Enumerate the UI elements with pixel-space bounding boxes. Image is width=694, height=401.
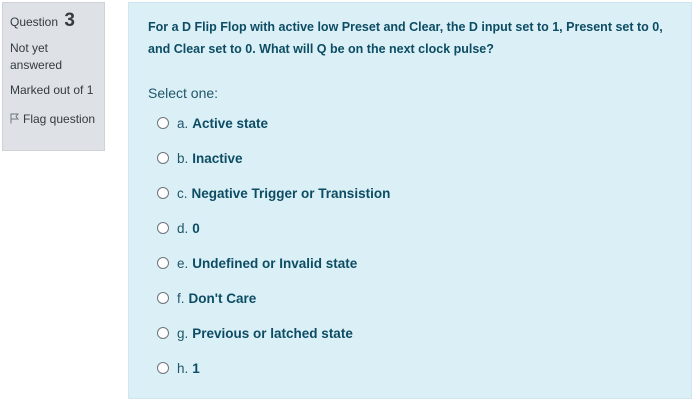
option-letter: c. [177,185,188,201]
option-text: Inactive [192,150,243,166]
radio-button[interactable] [157,292,169,304]
option-text: Don't Care [188,290,257,306]
radio-button[interactable] [157,187,169,199]
answer-option-a[interactable]: a. Active state [157,113,268,133]
radio-button[interactable] [157,152,169,164]
flag-question-link[interactable]: Flag question [10,111,102,128]
option-text: Previous or latched state [192,325,353,341]
option-text: Active state [192,115,269,131]
question-content-panel: For a D Flip Flop with active low Preset… [128,2,692,399]
option-letter: a. [177,115,189,131]
answer-option-c[interactable]: c. Negative Trigger or Transistion [157,183,390,203]
question-info-panel: Question 3 Not yet answered Marked out o… [2,2,105,151]
question-state: Not yet answered [10,41,63,72]
option-text: Negative Trigger or Transistion [191,185,391,201]
option-letter: e. [177,255,189,271]
option-text: 1 [192,360,200,376]
question-number-value: 3 [64,10,75,31]
answer-option-b[interactable]: b. Inactive [157,148,243,168]
option-letter: f. [177,290,185,306]
answer-option-d[interactable]: d. 0 [157,218,200,238]
quiz-question: Question 3 Not yet answered Marked out o… [0,0,694,401]
option-letter: h. [177,360,189,376]
answer-option-h[interactable]: h. 1 [157,358,200,378]
option-text: Undefined or Invalid state [192,255,358,271]
question-label: Question [10,15,59,29]
question-number: Question 3 [10,10,75,32]
radio-button[interactable] [157,257,169,269]
answer-option-e[interactable]: e. Undefined or Invalid state [157,253,357,273]
radio-button[interactable] [157,327,169,339]
question-text: For a D Flip Flop with active low Preset… [148,20,663,56]
radio-button[interactable] [157,222,169,234]
option-letter: d. [177,220,189,236]
radio-button[interactable] [157,362,169,374]
answer-option-f[interactable]: f. Don't Care [157,288,256,308]
flag-question-label: Flag question [23,112,96,126]
select-one-prompt: Select one: [148,85,219,101]
option-letter: b. [177,150,189,166]
radio-button[interactable] [157,117,169,129]
answer-option-g[interactable]: g. Previous or latched state [157,323,353,343]
question-grade: Marked out of 1 [10,83,94,97]
flag-icon [10,113,19,124]
option-letter: g. [177,325,189,341]
option-text: 0 [192,220,200,236]
